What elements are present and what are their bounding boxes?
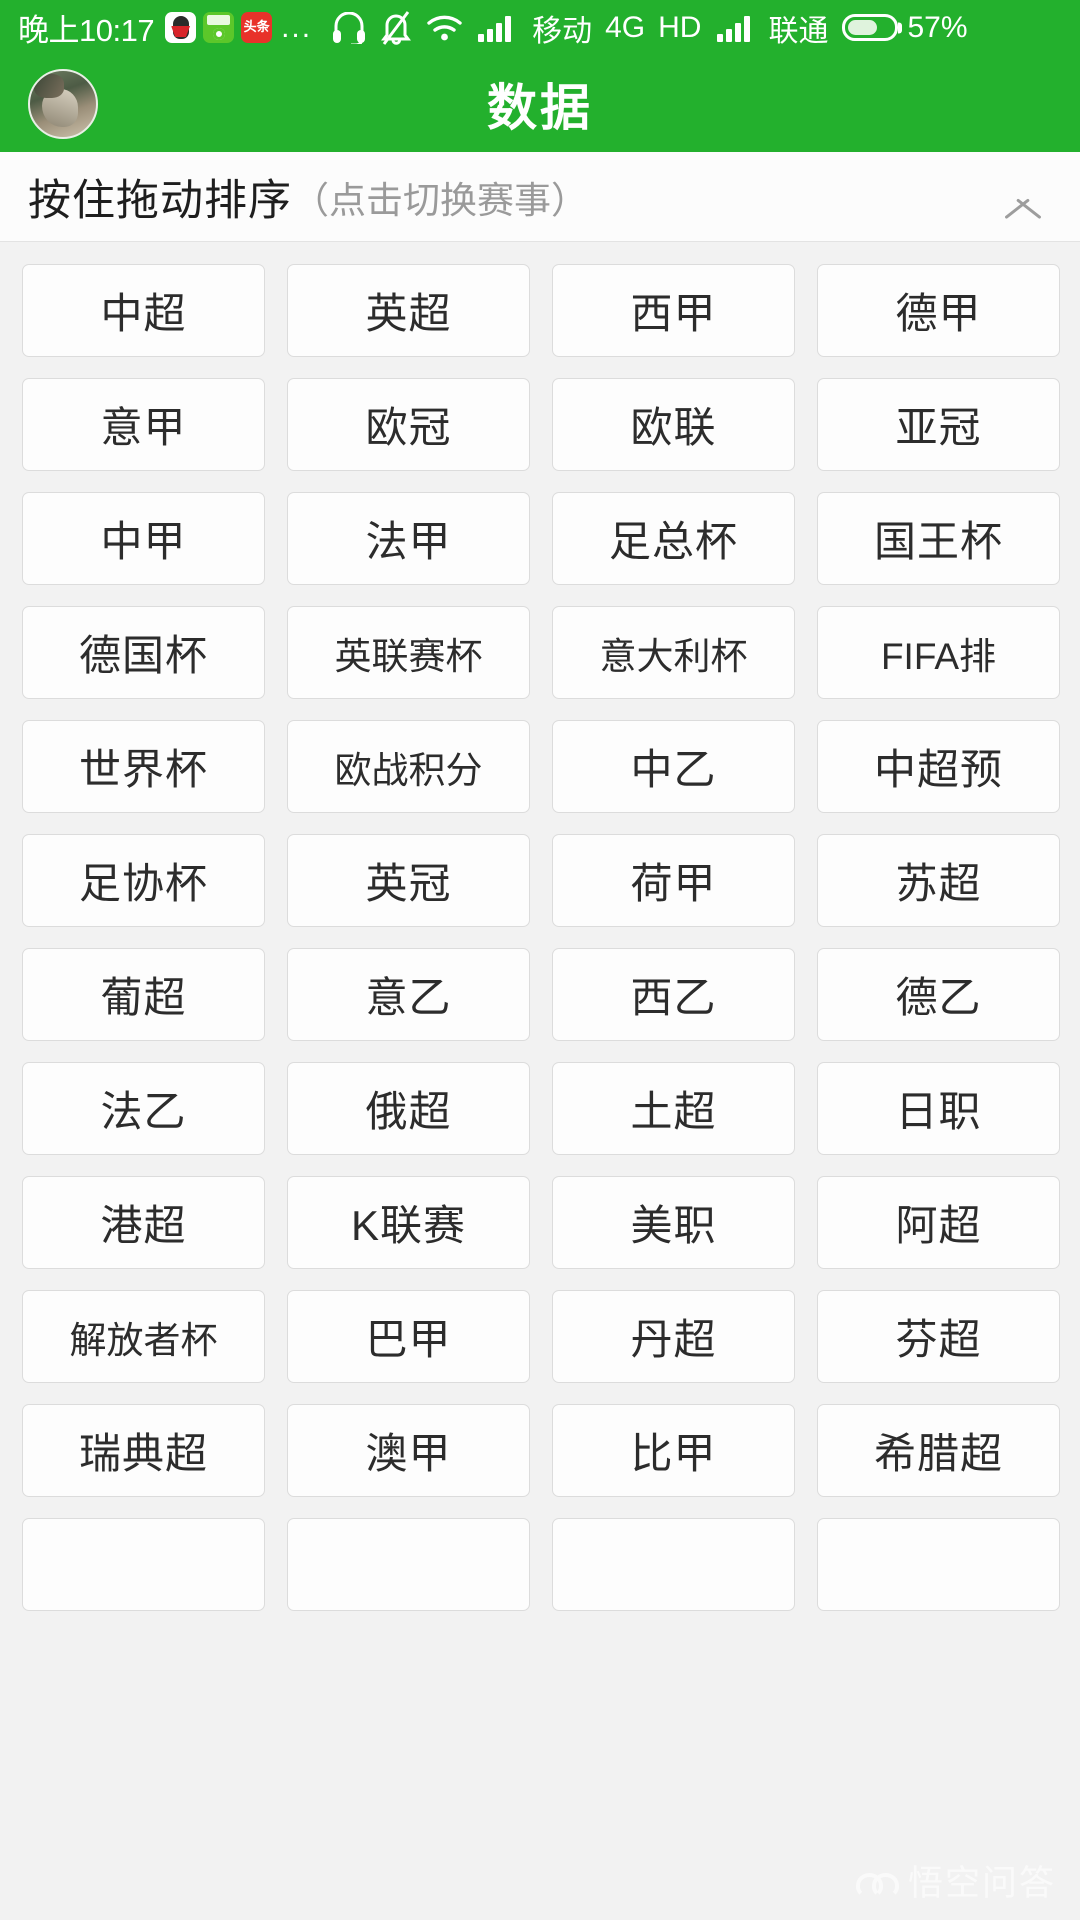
league-tile[interactable] [287, 1518, 530, 1611]
battery-percent-label: 57% [907, 10, 968, 44]
league-tile[interactable]: 足总杯 [552, 492, 795, 585]
league-tile[interactable] [552, 1518, 795, 1611]
league-tile[interactable]: 意甲 [22, 378, 265, 471]
league-tile[interactable]: K联赛 [287, 1176, 530, 1269]
league-tile[interactable] [22, 1518, 265, 1611]
status-bar: 晚上10:17 ... 移动 4G HD [0, 0, 1080, 55]
page-title: 数据 [487, 79, 593, 136]
league-tile[interactable] [817, 1518, 1060, 1611]
sort-hint-main: 按住拖动排序 [28, 176, 292, 225]
bell-muted-icon [381, 10, 412, 45]
network-type-label: 4G [605, 10, 646, 44]
league-tile[interactable]: 德甲 [817, 264, 1060, 357]
league-tile[interactable]: 巴甲 [287, 1290, 530, 1383]
league-tile[interactable]: 法甲 [287, 492, 530, 585]
app-header: 数据 [0, 55, 1080, 152]
league-tile[interactable]: 法乙 [22, 1062, 265, 1155]
league-tile[interactable]: 日职 [817, 1062, 1060, 1155]
watermark-label: 悟空问答 [907, 1864, 1056, 1903]
notification-app-icons [165, 12, 273, 43]
league-tile[interactable]: 中超 [22, 264, 265, 357]
league-tile[interactable]: 解放者杯 [22, 1290, 265, 1383]
league-tile[interactable]: 中乙 [552, 720, 795, 813]
carrier-1-label: 移动 [532, 14, 593, 48]
sort-hint-bar[interactable]: 按住拖动排序 （点击切换赛事） [0, 152, 1080, 242]
league-tile[interactable]: 德乙 [817, 948, 1060, 1041]
league-tile[interactable]: 丹超 [552, 1290, 795, 1383]
overflow-dots-icon: ... [281, 10, 313, 44]
league-tile[interactable]: 土超 [552, 1062, 795, 1155]
status-time: 晚上10:17 [18, 13, 155, 48]
sort-hint-secondary: （点击切换赛事） [292, 179, 588, 221]
league-tile[interactable]: 澳甲 [287, 1404, 530, 1497]
league-tile[interactable]: 英联赛杯 [287, 606, 530, 699]
carrier-2-label: 联通 [768, 14, 829, 48]
league-tile[interactable]: 芬超 [817, 1290, 1060, 1383]
league-tile[interactable]: 英冠 [287, 834, 530, 927]
league-tile[interactable]: 荷甲 [552, 834, 795, 927]
league-tile[interactable]: 阿超 [817, 1176, 1060, 1269]
signal-bars-icon [478, 15, 512, 42]
league-tile[interactable]: FIFA排 [817, 606, 1060, 699]
league-tile[interactable]: 意乙 [287, 948, 530, 1041]
league-tile[interactable]: 欧冠 [287, 378, 530, 471]
green-app-icon [203, 12, 235, 43]
league-tile[interactable]: 俄超 [287, 1062, 530, 1155]
league-tile[interactable]: 比甲 [552, 1404, 795, 1497]
league-tile[interactable]: 苏超 [817, 834, 1060, 927]
league-tile[interactable]: 足协杯 [22, 834, 265, 927]
league-tile[interactable]: 希腊超 [817, 1404, 1060, 1497]
qq-icon [165, 12, 197, 43]
league-tile[interactable]: 世界杯 [22, 720, 265, 813]
battery-icon [842, 14, 899, 41]
hd-label: HD [658, 10, 702, 44]
toutiao-icon [241, 12, 273, 43]
league-tile[interactable]: 港超 [22, 1176, 265, 1269]
battery-fill [848, 20, 877, 35]
league-tile[interactable]: 中甲 [22, 492, 265, 585]
signal-bars-icon-2 [717, 15, 751, 42]
league-tile[interactable]: 德国杯 [22, 606, 265, 699]
chevron-up-icon[interactable] [1000, 174, 1046, 220]
league-tile[interactable]: 中超预 [817, 720, 1060, 813]
league-tile[interactable]: 欧联 [552, 378, 795, 471]
headset-icon [333, 11, 366, 44]
league-tile[interactable]: 亚冠 [817, 378, 1060, 471]
watermark: 悟空问答 [855, 1855, 1056, 1906]
league-tile[interactable]: 瑞典超 [22, 1404, 265, 1497]
league-tile[interactable]: 葡超 [22, 948, 265, 1041]
league-tile[interactable]: 美职 [552, 1176, 795, 1269]
league-tile[interactable]: 西甲 [552, 264, 795, 357]
league-tile[interactable]: 英超 [287, 264, 530, 357]
league-grid: 中超 英超 西甲 德甲意甲 欧冠 欧联 亚冠中甲 法甲 足总杯 国王杯德国杯 英联赛杯 意大利杯 FIF… [22, 264, 1060, 1611]
league-tile[interactable]: 国王杯 [817, 492, 1060, 585]
status-icon-group [332, 10, 516, 45]
wukong-mascot-icon [855, 1866, 899, 1898]
wifi-icon [427, 15, 462, 40]
league-tile[interactable]: 意大利杯 [552, 606, 795, 699]
league-tile[interactable]: 西乙 [552, 948, 795, 1041]
league-grid-container: 中超 英超 西甲 德甲意甲 欧冠 欧联 亚冠中甲 法甲 足总杯 国王杯德国杯 英联赛杯 意大利杯 FIF… [0, 242, 1080, 1920]
league-tile[interactable]: 欧战积分 [287, 720, 530, 813]
